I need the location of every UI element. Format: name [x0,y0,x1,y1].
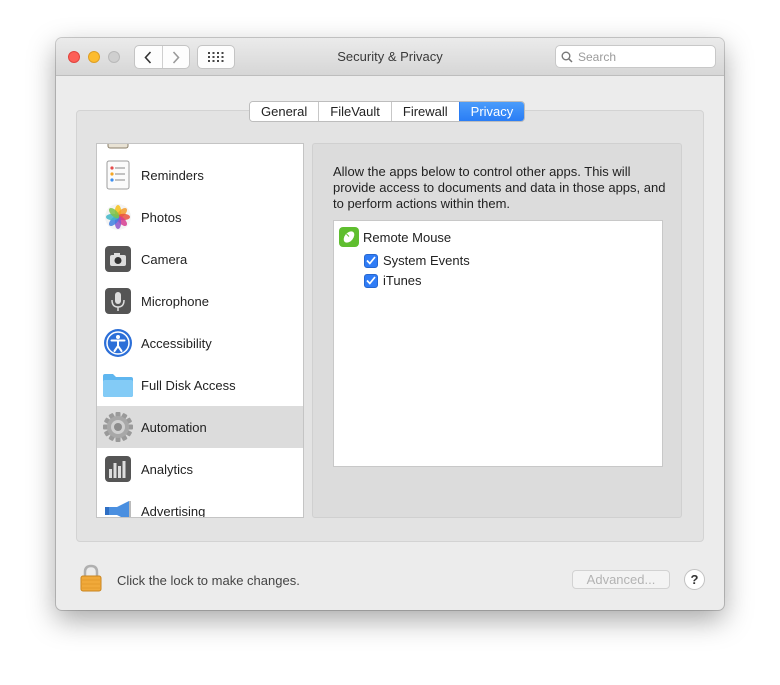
photos-icon [102,201,134,233]
search-field[interactable] [555,45,716,68]
remote-mouse-icon [339,227,359,247]
sidebar-item-microphone[interactable]: Microphone [97,280,303,322]
app-row-remote-mouse[interactable]: Remote Mouse [338,226,451,248]
megaphone-icon [102,495,134,517]
automation-detail-pane: Allow the apps below to control other ap… [312,143,682,518]
help-button[interactable]: ? [684,569,705,590]
tab-privacy[interactable]: Privacy [458,102,525,121]
gear-icon [102,411,134,443]
camera-icon [102,243,134,275]
reminders-icon [102,159,134,191]
automation-description: Allow the apps below to control other ap… [333,164,666,211]
title-bar: Security & Privacy [56,38,724,76]
sidebar-item-label: Accessibility [141,335,212,351]
checkmark-icon [366,256,376,265]
sidebar-item-label: Advertising [141,503,206,518]
microphone-icon [102,285,134,317]
sidebar-item-label: Microphone [141,293,209,309]
sidebar-item-photos[interactable]: Photos [97,196,303,238]
automation-target-system-events[interactable]: System Events [364,253,470,268]
sidebar-item-reminders[interactable]: Reminders [97,154,303,196]
sidebar-item-label: Reminders [141,167,204,183]
checkbox[interactable] [364,273,378,288]
lock-message: Click the lock to make changes. [117,573,300,588]
sidebar-item-label: Full Disk Access [141,377,236,393]
accessibility-icon [102,327,134,359]
tab-filevault[interactable]: FileVault [318,102,391,121]
checkmark-icon [366,276,376,285]
tab-firewall[interactable]: Firewall [390,102,459,121]
lock-button[interactable] [79,564,103,597]
contacts-icon [102,144,134,153]
sidebar-item-advertising[interactable]: Advertising [97,490,303,518]
folder-icon [102,369,134,401]
sidebar-item-analytics[interactable]: Analytics [97,448,303,490]
automation-target-itunes[interactable]: iTunes [364,273,422,288]
sidebar-item-label: Analytics [141,461,194,477]
target-label: System Events [383,253,470,268]
security-privacy-window: Security & Privacy General FileVault Fir… [56,38,724,610]
sidebar-item-accessibility[interactable]: Accessibility [97,322,303,364]
sidebar-item-label: Automation [141,419,207,435]
app-name: Remote Mouse [363,229,452,245]
search-input[interactable] [578,49,703,64]
search-icon [561,51,573,63]
sidebar-item-automation[interactable]: Automation [97,406,303,448]
tab-general[interactable]: General [250,102,319,121]
automation-app-list[interactable]: Remote Mouse System Events iTunes [333,220,663,467]
analytics-icon [102,453,134,485]
tab-bar: General FileVault Firewall Privacy [249,101,526,122]
advanced-button[interactable]: Advanced... [572,570,670,589]
sidebar-item-label: Camera [141,251,188,267]
sidebar-item-full-disk-access[interactable]: Full Disk Access [97,364,303,406]
sidebar-item-label: Photos [141,209,182,225]
sidebar-item-camera[interactable]: Camera [97,238,303,280]
lock-icon [80,564,102,592]
checkbox[interactable] [364,253,378,268]
privacy-category-list[interactable]: Reminders Photos Camera Microphone Acces… [96,143,304,518]
target-label: iTunes [383,273,422,288]
